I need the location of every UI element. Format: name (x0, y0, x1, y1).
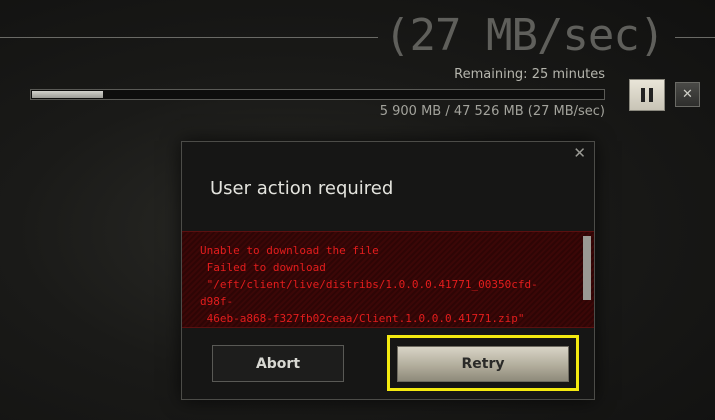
dialog-close-button[interactable]: ✕ (573, 144, 586, 162)
download-progress-text: 5 900 MB / 47 526 MB (27 MB/sec) (379, 104, 605, 119)
close-icon: ✕ (682, 87, 693, 102)
pause-icon (639, 88, 655, 102)
download-progress-bar (30, 89, 605, 100)
pause-button[interactable] (629, 79, 665, 111)
download-speed-display: (27 MB/sec) (384, 10, 665, 61)
header-divider-right (675, 37, 715, 38)
download-progress-fill (32, 91, 103, 98)
error-panel-scrollbar[interactable] (583, 236, 591, 300)
retry-button[interactable]: Retry (397, 346, 569, 382)
cancel-download-button[interactable]: ✕ (675, 82, 700, 107)
error-message-panel: Unable to download the file Failed to do… (182, 231, 594, 328)
abort-button[interactable]: Abort (212, 345, 344, 382)
remaining-time-label: Remaining: 25 minutes (454, 67, 605, 82)
error-message-text: Unable to download the file Failed to do… (200, 244, 538, 325)
header-divider-left (0, 37, 378, 38)
dialog-title: User action required (210, 178, 394, 199)
user-action-dialog: ✕ User action required Unable to downloa… (181, 141, 595, 400)
